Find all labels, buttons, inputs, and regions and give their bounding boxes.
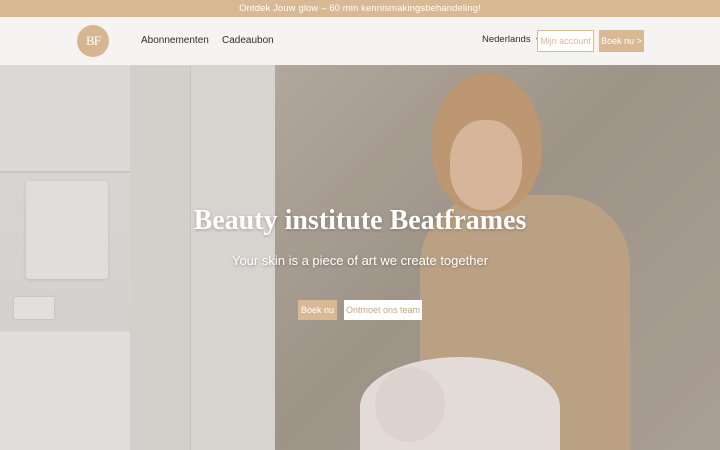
- book-now-button[interactable]: Boek nu: [298, 300, 337, 320]
- meet-team-label: Ontmoet ons team: [345, 305, 421, 315]
- hero-section: Beauty institute Beatframes Your skin is…: [0, 65, 720, 450]
- book-now-header-label: Boek nu >: [601, 36, 642, 46]
- book-now-header-button[interactable]: Boek nu >: [599, 30, 644, 52]
- nav-link-abonnementen[interactable]: Abonnementen: [141, 35, 209, 46]
- logo-text: BF: [86, 33, 101, 48]
- announcement-text[interactable]: Ontdek Jouw glow – 60 min kennismakingsb…: [239, 3, 481, 14]
- nav-link-cadeaubon[interactable]: Cadeaubon: [222, 35, 274, 46]
- hero-subtitle: Your skin is a piece of art we create to…: [231, 253, 489, 268]
- hero-title: Beauty institute Beatframes: [193, 205, 527, 236]
- my-account-label: Mijn account: [540, 36, 591, 46]
- announcement-bar[interactable]: Ontdek Jouw glow – 60 min kennismakingsb…: [0, 0, 720, 17]
- book-now-label: Boek nu: [300, 305, 335, 315]
- site-header: BF Abonnementen Cadeaubon Nederlands Mij…: [0, 17, 720, 65]
- meet-team-button[interactable]: Ontmoet ons team: [344, 300, 422, 320]
- logo[interactable]: BF: [77, 25, 109, 57]
- language-label: Nederlands: [482, 34, 531, 45]
- my-account-button[interactable]: Mijn account: [537, 30, 594, 52]
- language-selector[interactable]: Nederlands: [482, 34, 543, 45]
